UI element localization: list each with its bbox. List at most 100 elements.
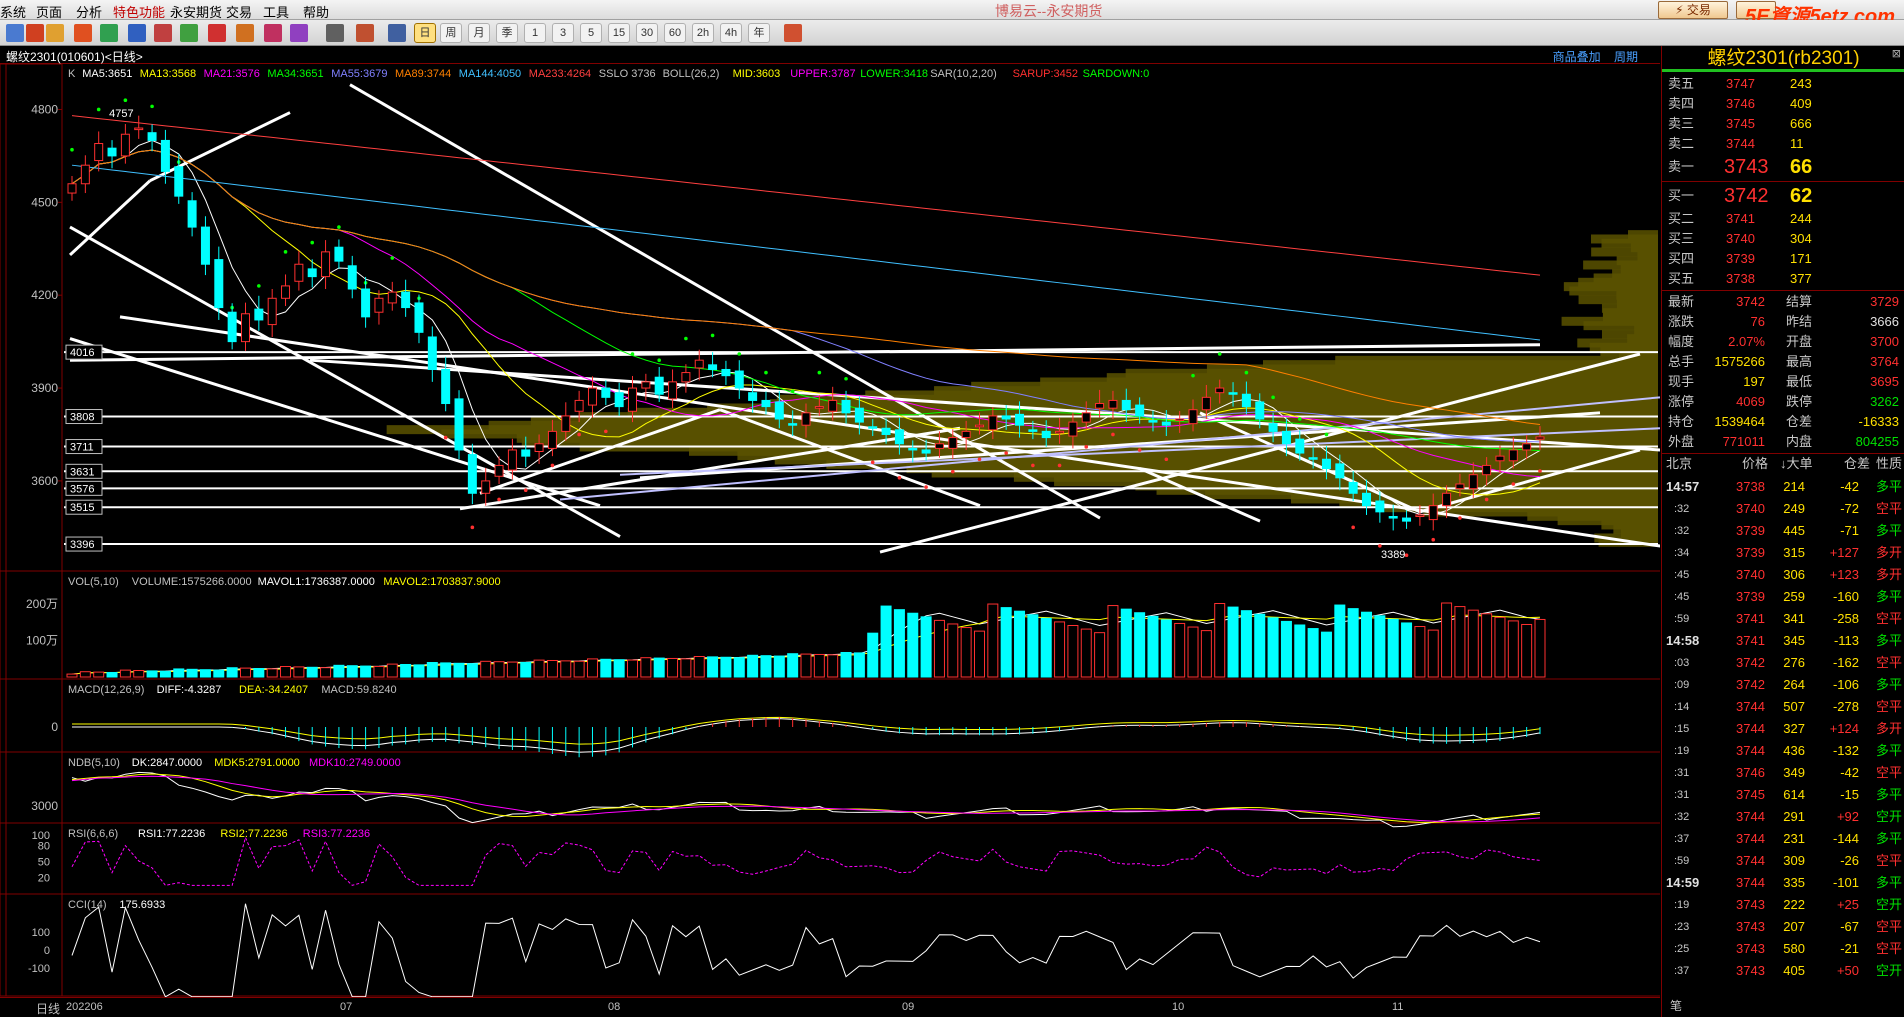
home-icon[interactable] <box>26 24 44 42</box>
tick-row[interactable]: :23 3743 207 -67 空平 <box>1662 916 1904 938</box>
menu-analysis[interactable]: 分析 <box>76 2 102 21</box>
indicator-legend: LOWER:3418 <box>860 68 928 80</box>
tick-row[interactable]: :59 3744 309 -26 空平 <box>1662 850 1904 872</box>
period-4h[interactable]: 4h <box>720 23 742 43</box>
tick-volume: 341 <box>1783 611 1805 626</box>
volume-bar <box>1534 618 1546 678</box>
menu-trade[interactable]: 交易 <box>226 2 252 21</box>
stat-value: 3700 <box>1870 334 1899 349</box>
filter-icon[interactable] <box>264 24 282 42</box>
tick-row[interactable]: :34 3739 315 +127 多开 <box>1662 542 1904 564</box>
tick-row[interactable]: :37 3744 231 -144 多平 <box>1662 828 1904 850</box>
tick-icon[interactable] <box>388 24 406 42</box>
candle-body <box>467 454 477 494</box>
volume-bar <box>1027 614 1039 678</box>
stat-row: 现手 197 最低 3695 <box>1662 372 1904 392</box>
menu-features[interactable]: 特色功能 <box>113 2 165 21</box>
draw-icon[interactable] <box>208 24 226 42</box>
menu-help[interactable]: 帮助 <box>303 2 329 21</box>
sar-dot <box>1458 516 1462 520</box>
tick-nature: 多平 <box>1876 743 1903 758</box>
menu-page[interactable]: 页面 <box>36 2 62 21</box>
overlay-link[interactable]: 商品叠加 <box>1553 50 1601 64</box>
brush-icon[interactable] <box>236 24 254 42</box>
tick-oi-change: +124 <box>1829 721 1859 736</box>
period-month[interactable]: 月 <box>468 23 490 43</box>
back-icon[interactable] <box>6 24 24 42</box>
tick-time: :32 <box>1674 503 1690 515</box>
indicator-icon[interactable] <box>290 24 308 42</box>
refresh-icon[interactable] <box>100 24 118 42</box>
menu-system[interactable]: 系统 <box>0 2 26 21</box>
candle-body <box>534 443 544 452</box>
tick-row[interactable]: :25 3743 580 -21 空平 <box>1662 938 1904 960</box>
ma144-line <box>71 164 1541 341</box>
stats-divider <box>1662 290 1904 291</box>
x-axis-label: 11 <box>1392 1001 1404 1013</box>
sar-dot <box>257 284 261 288</box>
panel-close-icon[interactable]: ⊠ <box>1892 48 1901 60</box>
volume-bar <box>1174 622 1186 678</box>
kline-chart[interactable]: 4800 4500 4200 3900 3600 4016 3808 3711 3631 3576… <box>0 64 1660 997</box>
calculator-icon[interactable] <box>784 24 802 42</box>
sar-dot <box>1217 352 1222 356</box>
tick-row[interactable]: :14 3744 507 -278 空平 <box>1662 696 1904 718</box>
window-icon[interactable] <box>180 24 198 42</box>
volume-bar <box>1494 616 1506 678</box>
folder-icon[interactable] <box>46 24 64 42</box>
tick-row[interactable]: :15 3744 327 +124 多开 <box>1662 718 1904 740</box>
main-pane-axis-frame <box>0 64 63 572</box>
tick-row[interactable]: :09 3742 264 -106 多平 <box>1662 674 1904 696</box>
tick-header: 北京 价格 ↓大单 仓差 性质 <box>1662 454 1904 474</box>
tick-row[interactable]: :03 3742 276 -162 空平 <box>1662 652 1904 674</box>
period-year[interactable]: 年 <box>748 23 770 43</box>
tick-row[interactable]: :19 3743 222 +25 空开 <box>1662 894 1904 916</box>
period-60min[interactable]: 60 <box>664 23 686 43</box>
tick-row[interactable]: 14:57 3738 214 -42 多平 <box>1662 476 1904 498</box>
tick-row[interactable]: :45 3740 306 +123 多开 <box>1662 564 1904 586</box>
tick-row[interactable]: 14:59 3744 335 -101 多平 <box>1662 872 1904 894</box>
tick-row[interactable]: 14:58 3741 345 -113 多平 <box>1662 630 1904 652</box>
kline-icon[interactable] <box>356 24 374 42</box>
bottom-tab[interactable]: 笔 <box>1670 997 1682 1014</box>
period-1min[interactable]: 1 <box>524 23 546 43</box>
tick-nature: 空平 <box>1876 941 1903 956</box>
volume-bar <box>880 605 892 678</box>
cci-tick: 0 <box>44 945 50 957</box>
period-2h[interactable]: 2h <box>692 23 714 43</box>
zoom-out-icon[interactable] <box>154 24 172 42</box>
period-quarter[interactable]: 季 <box>496 23 518 43</box>
tick-row[interactable]: :31 3745 614 -15 多平 <box>1662 784 1904 806</box>
period-link[interactable]: 周期 <box>1614 50 1638 64</box>
report-icon[interactable] <box>74 24 92 42</box>
tick-row[interactable]: :59 3741 341 -258 空平 <box>1662 608 1904 630</box>
period-week[interactable]: 周 <box>440 23 462 43</box>
tick-row[interactable]: :32 3739 445 -71 多平 <box>1662 520 1904 542</box>
tick-price: 3740 <box>1736 501 1765 516</box>
period-30min[interactable]: 30 <box>636 23 658 43</box>
indicator-legend: 175.6933 <box>119 899 165 911</box>
tick-row[interactable]: :37 3743 405 +50 空开 <box>1662 960 1904 982</box>
sar-dot <box>897 476 902 480</box>
stat-label: 涨停 <box>1668 394 1695 409</box>
tick-row[interactable]: :45 3739 259 -160 多平 <box>1662 586 1904 608</box>
period-3min[interactable]: 3 <box>552 23 574 43</box>
volume-bar <box>787 653 799 678</box>
tick-volume: 345 <box>1783 633 1805 648</box>
zoom-in-icon[interactable] <box>128 24 146 42</box>
tick-row[interactable]: :32 3740 249 -72 空平 <box>1662 498 1904 520</box>
list-icon[interactable] <box>326 24 344 42</box>
period-day[interactable]: 日 <box>414 23 436 43</box>
tick-row[interactable]: :31 3746 349 -42 空平 <box>1662 762 1904 784</box>
volume-bar <box>159 670 171 678</box>
volume-profile-bar <box>1627 230 1658 240</box>
period-15min[interactable]: 15 <box>608 23 630 43</box>
tick-nature: 多开 <box>1876 721 1903 736</box>
tick-row[interactable]: :32 3744 291 +92 空开 <box>1662 806 1904 828</box>
menu-yongan[interactable]: 永安期货 <box>170 2 222 21</box>
tick-row[interactable]: :19 3744 436 -132 多平 <box>1662 740 1904 762</box>
tick-oi-change: -162 <box>1832 655 1859 670</box>
period-5min[interactable]: 5 <box>580 23 602 43</box>
menu-tools[interactable]: 工具 <box>263 2 289 21</box>
trade-button[interactable]: ⚡ 交易 <box>1658 1 1728 19</box>
